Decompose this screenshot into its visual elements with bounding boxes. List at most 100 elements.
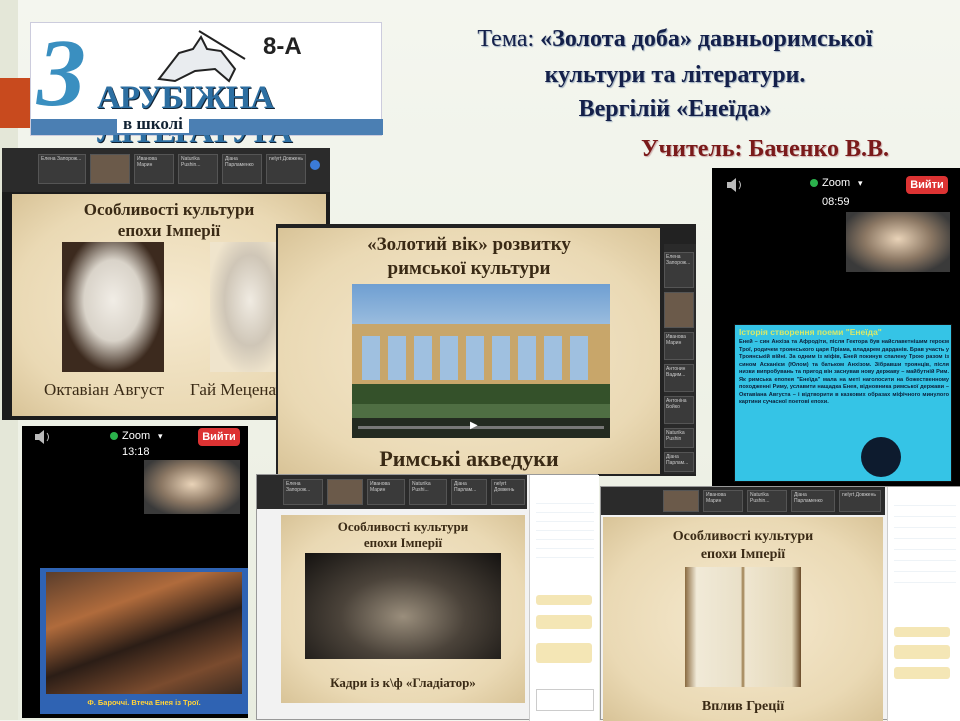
- participant-tile[interactable]: Діана Парлам...: [664, 452, 694, 472]
- slide-caption: Римські акведуки: [379, 446, 559, 471]
- participant-name: Naturika Pushi...: [412, 481, 431, 493]
- participant-tile[interactable]: Иванова Марин: [703, 490, 743, 512]
- screenshot-phone-right: Zoom ▾ Вийти 08:59 Історія створення пое…: [712, 168, 960, 488]
- slide-eneid-history: Історія створення поеми "Енеїда" Еней – …: [734, 324, 952, 482]
- participant-name: Елена Запорож...: [286, 481, 311, 493]
- leave-button[interactable]: Вийти: [906, 176, 948, 194]
- participant-name: nelyrt Довжень: [842, 492, 876, 498]
- chevron-down-icon[interactable]: ▾: [858, 178, 863, 189]
- participant-tile[interactable]: Иванова Марин: [664, 332, 694, 360]
- participant-video[interactable]: [663, 490, 699, 512]
- topic-line-1: Тема: «Золота доба» давньоримської: [390, 26, 960, 53]
- chat-input[interactable]: [536, 689, 594, 711]
- participant-name: Елена Запорож...: [666, 254, 691, 266]
- speaker-icon[interactable]: [34, 430, 52, 444]
- participant-name: Діана Парлам...: [454, 481, 477, 493]
- participant-name: Иванова Марин: [706, 492, 726, 504]
- participant-tile[interactable]: Діана Парламенко: [791, 490, 835, 512]
- slide-aqueduct: «Золотий вік» розвитку римської культури…: [278, 228, 660, 474]
- chat-message: [536, 595, 592, 605]
- participant-video[interactable]: [90, 154, 130, 184]
- secure-shield-icon: [110, 432, 118, 440]
- participant-tile[interactable]: Naturika Pushin...: [747, 490, 787, 512]
- gladiator-still-image: [305, 553, 501, 659]
- participant-tile[interactable]: Діана Парламенко: [222, 154, 262, 184]
- app-name: Zoom: [122, 430, 151, 442]
- call-timer: 08:59: [822, 196, 850, 208]
- participant-name: nelyrt Довжень: [494, 481, 515, 493]
- slide-caption: Кадри із к\ф «Гладіатор»: [330, 675, 476, 690]
- teacher-name: Учитель: Баченко В.В.: [640, 136, 889, 162]
- chat-message: [894, 667, 950, 679]
- participant-tile[interactable]: Naturika Pushin...: [178, 154, 218, 184]
- participant-tile[interactable]: Діана Парлам...: [451, 479, 487, 505]
- painting-image: [46, 572, 242, 694]
- chevron-down-icon[interactable]: ▾: [158, 431, 163, 442]
- participant-tile[interactable]: Антоніна Бойко: [664, 396, 694, 424]
- participant-name: Діана Парлам...: [666, 454, 689, 466]
- slide-title: Особливості культури: [337, 519, 469, 534]
- slide-text: Еней – син Анхіза та Афродіти, після Гек…: [739, 339, 949, 405]
- chat-panel: [529, 475, 599, 721]
- class-badge: 8-А: [263, 33, 302, 60]
- app-name: Zoom: [822, 177, 851, 189]
- slide-subtitle: римської культури: [387, 258, 551, 279]
- participant-name: Елена Запорож...: [41, 156, 82, 162]
- slide-caption: Вплив Греції: [701, 699, 785, 714]
- participant-tile[interactable]: Иванова Марин: [134, 154, 174, 184]
- participant-tile[interactable]: Антонин Вадим...: [664, 364, 694, 392]
- slide-gladiator: Особливості культури епохи Імперії Кадри…: [281, 515, 525, 703]
- bust-octavian-image: [62, 242, 164, 372]
- participant-list[interactable]: [536, 495, 594, 565]
- seek-bar[interactable]: [358, 426, 604, 429]
- participant-tile[interactable]: Иванова Марин: [367, 479, 405, 505]
- participant-list[interactable]: [894, 495, 956, 585]
- slide-title: Особливості культури: [672, 529, 814, 544]
- screenshot-gladiator: Елена Запорож... Иванова Марин Naturika …: [256, 474, 599, 721]
- leave-button[interactable]: Вийти: [198, 428, 240, 446]
- participant-tile[interactable]: Елена Запорож...: [38, 154, 86, 184]
- participant-name: Діана Парламенко: [225, 156, 254, 168]
- self-video[interactable]: [144, 460, 240, 514]
- screenshot-phone-left: Zoom ▾ Вийти 13:18 Ф. Бароччі. Втеча Ене…: [22, 426, 248, 718]
- aqueduct-arches-icon: [352, 324, 610, 438]
- chat-message: [894, 645, 950, 659]
- participant-name: Антонин Вадим...: [666, 366, 686, 378]
- screenshot-greece: Иванова Марин Naturika Pushin... Діана П…: [600, 486, 960, 721]
- participant-tile[interactable]: Елена Запорож...: [664, 252, 694, 288]
- participant-name: Антоніна Бойко: [666, 398, 687, 410]
- topic-line-2: культури та літератури.: [544, 62, 806, 88]
- slide-greece: Особливості культури епохи Імперії Вплив…: [603, 517, 883, 721]
- topic-line-3: Вергілій «Енеїда»: [578, 96, 772, 122]
- self-video[interactable]: [846, 212, 950, 272]
- participant-video[interactable]: [664, 292, 694, 328]
- logo-ornament-band: [31, 119, 383, 135]
- side-accent: [0, 78, 32, 128]
- speaker-icon[interactable]: [726, 178, 744, 192]
- participant-tile[interactable]: Naturika Pushi...: [409, 479, 447, 505]
- participant-name: Діана Парламенко: [794, 492, 823, 504]
- next-page-icon[interactable]: [310, 160, 320, 170]
- participant-tile[interactable]: nelyrt Довжень: [491, 479, 525, 505]
- participant-name: nelyrt Довжень: [269, 156, 303, 162]
- scroll-icon: [861, 437, 901, 477]
- chat-message: [894, 627, 950, 637]
- participant-tile[interactable]: nelyrt Довжень: [839, 490, 881, 512]
- participant-name: Иванова Марин: [137, 156, 157, 168]
- participant-tile[interactable]: nelyrt Довжень: [266, 154, 306, 184]
- topic-prefix: Тема:: [477, 26, 535, 52]
- participant-tile[interactable]: Naturika Pushin: [664, 428, 694, 448]
- participant-tile[interactable]: Елена Запорож...: [283, 479, 323, 505]
- aqueduct-photo: ▶: [352, 284, 610, 438]
- topic-text-1: «Золота доба» давньоримської: [540, 26, 873, 52]
- slide-flight-aeneas: Ф. Бароччі. Втеча Енея із Трої.: [40, 568, 248, 714]
- chat-message: [536, 643, 592, 663]
- slide-subtitle: епохи Імперії: [363, 535, 443, 550]
- participant-name: Иванова Марин: [666, 334, 686, 346]
- play-icon[interactable]: ▶: [470, 420, 478, 431]
- slide-title: Історія створення поеми "Енеїда": [739, 327, 882, 337]
- participants-bar: Иванова Марин Naturika Pushin... Діана П…: [601, 487, 885, 515]
- secure-shield-icon: [810, 179, 818, 187]
- participant-video[interactable]: [327, 479, 363, 505]
- participant-name: Naturika Pushin: [666, 430, 685, 442]
